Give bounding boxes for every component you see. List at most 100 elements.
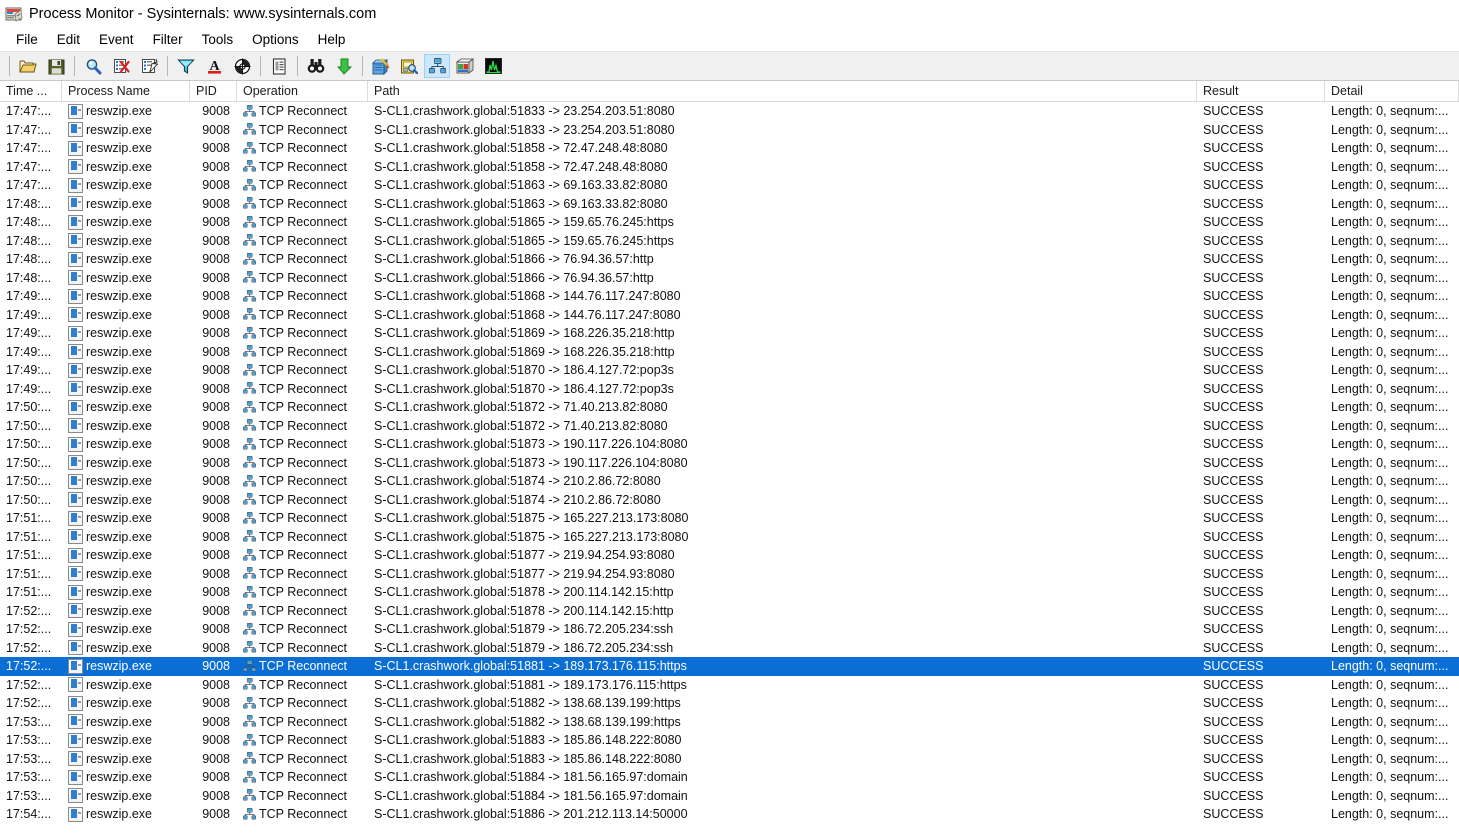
cell-process-name: reswzip.exe [62, 565, 190, 584]
table-row[interactable]: 17:50:... reswzip.exe 9008 TCP Reconnect S-C… [0, 398, 1459, 417]
table-row[interactable]: 17:49:... reswzip.exe 9008 TCP Reconnect S-C… [0, 306, 1459, 325]
table-row[interactable]: 17:48:... reswzip.exe 9008 TCP Reconnect S-C… [0, 269, 1459, 288]
include-process-icon[interactable] [229, 54, 255, 78]
cell-detail: Length: 0, seqnum:... [1325, 232, 1459, 251]
table-row[interactable]: 17:50:... reswzip.exe 9008 TCP Reconnect S-C… [0, 435, 1459, 454]
cell-operation: TCP Reconnect [237, 454, 368, 473]
table-row[interactable]: 17:54:... reswzip.exe 9008 TCP Reconnect S-C… [0, 805, 1459, 824]
menu-file[interactable]: File [7, 30, 48, 49]
table-row[interactable]: 17:47:... reswzip.exe 9008 TCP Reconnect S-C… [0, 158, 1459, 177]
cell-detail-text: Length: 0, seqnum:... [1331, 751, 1449, 766]
table-row[interactable]: 17:47:... reswzip.exe 9008 TCP Reconnect S-C… [0, 176, 1459, 195]
table-row[interactable]: 17:48:... reswzip.exe 9008 TCP Reconnect S-C… [0, 195, 1459, 214]
cell-result-text: SUCCESS [1203, 751, 1264, 766]
tcp-network-icon [243, 326, 256, 340]
table-row[interactable]: 17:47:... reswzip.exe 9008 TCP Reconnect S-C… [0, 139, 1459, 158]
cell-time-text: 17:50:... [6, 437, 52, 452]
cell-pid: 9008 [190, 528, 237, 547]
table-row[interactable]: 17:48:... reswzip.exe 9008 TCP Reconnect S-C… [0, 213, 1459, 232]
cell-process-name: reswzip.exe [62, 583, 190, 602]
table-row[interactable]: 17:52:... reswzip.exe 9008 TCP Reconnect S-C… [0, 657, 1459, 676]
tcp-network-icon [243, 585, 256, 599]
table-row[interactable]: 17:52:... reswzip.exe 9008 TCP Reconnect S-C… [0, 639, 1459, 658]
table-row[interactable]: 17:51:... reswzip.exe 9008 TCP Reconnect S-C… [0, 546, 1459, 565]
table-row[interactable]: 17:53:... reswzip.exe 9008 TCP Reconnect S-C… [0, 768, 1459, 787]
table-row[interactable]: 17:51:... reswzip.exe 9008 TCP Reconnect S-C… [0, 583, 1459, 602]
cell-pid: 9008 [190, 583, 237, 602]
table-row[interactable]: 17:51:... reswzip.exe 9008 TCP Reconnect S-C… [0, 509, 1459, 528]
cell-result: SUCCESS [1197, 398, 1325, 417]
menu-edit[interactable]: Edit [48, 30, 90, 49]
save-icon[interactable] [43, 54, 69, 78]
table-row[interactable]: 17:47:... reswzip.exe 9008 TCP Reconnect S-C… [0, 102, 1459, 121]
column-path[interactable]: Path [368, 81, 1197, 101]
column-pid[interactable]: PID [190, 81, 237, 101]
table-row[interactable]: 17:52:... reswzip.exe 9008 TCP Reconnect S-C… [0, 676, 1459, 695]
jump-arrow-icon[interactable] [331, 54, 357, 78]
table-row[interactable]: 17:50:... reswzip.exe 9008 TCP Reconnect S-C… [0, 454, 1459, 473]
jump-to-icon[interactable] [266, 54, 292, 78]
autoscroll-clear-icon[interactable] [108, 54, 134, 78]
cell-process-name: reswzip.exe [62, 435, 190, 454]
menu-help[interactable]: Help [309, 30, 356, 49]
cell-pid: 9008 [190, 509, 237, 528]
cell-result: SUCCESS [1197, 343, 1325, 362]
table-row[interactable]: 17:52:... reswzip.exe 9008 TCP Reconnect S-C… [0, 602, 1459, 621]
table-row[interactable]: 17:48:... reswzip.exe 9008 TCP Reconnect S-C… [0, 232, 1459, 251]
autoscroll-icon[interactable] [136, 54, 162, 78]
menu-filter[interactable]: Filter [144, 30, 193, 49]
table-row[interactable]: 17:49:... reswzip.exe 9008 TCP Reconnect S-C… [0, 380, 1459, 399]
table-row[interactable]: 17:48:... reswzip.exe 9008 TCP Reconnect S-C… [0, 250, 1459, 269]
cell-path-text: S-CL1.crashwork.global:51878 -> 200.114.… [374, 585, 674, 600]
menu-event[interactable]: Event [90, 30, 144, 49]
highlight-icon[interactable]: A [201, 54, 227, 78]
cell-path-text: S-CL1.crashwork.global:51873 -> 190.117.… [374, 437, 688, 452]
column-header-row: Time ... Process Name PID Operation Path Resu… [0, 81, 1459, 102]
find-icon[interactable] [303, 54, 329, 78]
table-row[interactable]: 17:51:... reswzip.exe 9008 TCP Reconnect S-C… [0, 565, 1459, 584]
profiling-events-icon[interactable] [480, 54, 506, 78]
cell-process-name: reswzip.exe [62, 361, 190, 380]
table-row[interactable]: 17:53:... reswzip.exe 9008 TCP Reconnect S-C… [0, 713, 1459, 732]
column-operation[interactable]: Operation [237, 81, 368, 101]
column-detail[interactable]: Detail [1325, 81, 1459, 101]
file-activity-icon[interactable] [396, 54, 422, 78]
cell-detail: Length: 0, seqnum:... [1325, 380, 1459, 399]
table-row[interactable]: 17:53:... reswzip.exe 9008 TCP Reconnect S-C… [0, 731, 1459, 750]
table-row[interactable]: 17:47:... reswzip.exe 9008 TCP Reconnect S-C… [0, 121, 1459, 140]
cell-result-text: SUCCESS [1203, 104, 1264, 119]
cell-operation-text: TCP Reconnect [259, 548, 348, 563]
table-row[interactable]: 17:51:... reswzip.exe 9008 TCP Reconnect S-C… [0, 528, 1459, 547]
registry-activity-icon[interactable] [368, 54, 394, 78]
open-icon[interactable] [15, 54, 41, 78]
cell-detail-text: Length: 0, seqnum:... [1331, 603, 1449, 618]
menu-options[interactable]: Options [243, 30, 309, 49]
table-row[interactable]: 17:50:... reswzip.exe 9008 TCP Reconnect S-C… [0, 417, 1459, 436]
cell-pid: 9008 [190, 805, 237, 824]
process-activity-icon[interactable] [452, 54, 478, 78]
filter-icon[interactable] [173, 54, 199, 78]
table-row[interactable]: 17:50:... reswzip.exe 9008 TCP Reconnect S-C… [0, 472, 1459, 491]
table-row[interactable]: 17:49:... reswzip.exe 9008 TCP Reconnect S-C… [0, 287, 1459, 306]
cell-pid: 9008 [190, 620, 237, 639]
column-result[interactable]: Result [1197, 81, 1325, 101]
column-process-name[interactable]: Process Name [62, 81, 190, 101]
column-time[interactable]: Time ... [0, 81, 62, 101]
table-row[interactable]: 17:52:... reswzip.exe 9008 TCP Reconnect S-C… [0, 694, 1459, 713]
table-row[interactable]: 17:52:... reswzip.exe 9008 TCP Reconnect S-C… [0, 620, 1459, 639]
menu-tools[interactable]: Tools [193, 30, 244, 49]
event-grid[interactable]: 17:47:... reswzip.exe 9008 TCP Reconnect S-C… [0, 102, 1459, 839]
table-row[interactable]: 17:49:... reswzip.exe 9008 TCP Reconnect S-C… [0, 324, 1459, 343]
table-row[interactable]: 17:49:... reswzip.exe 9008 TCP Reconnect S-C… [0, 343, 1459, 362]
process-exe-icon [68, 621, 83, 637]
cell-time: 17:48:... [0, 232, 62, 251]
table-row[interactable]: 17:50:... reswzip.exe 9008 TCP Reconnect S-C… [0, 491, 1459, 510]
table-row[interactable]: 17:53:... reswzip.exe 9008 TCP Reconnect S-C… [0, 787, 1459, 806]
cell-pid-text: 9008 [202, 159, 230, 174]
table-row[interactable]: 17:53:... reswzip.exe 9008 TCP Reconnect S-C… [0, 750, 1459, 769]
capture-events-icon[interactable] [80, 54, 106, 78]
cell-operation: TCP Reconnect [237, 250, 368, 269]
table-row[interactable]: 17:49:... reswzip.exe 9008 TCP Reconnect S-C… [0, 361, 1459, 380]
network-activity-icon[interactable] [424, 54, 450, 78]
cell-result: SUCCESS [1197, 121, 1325, 140]
